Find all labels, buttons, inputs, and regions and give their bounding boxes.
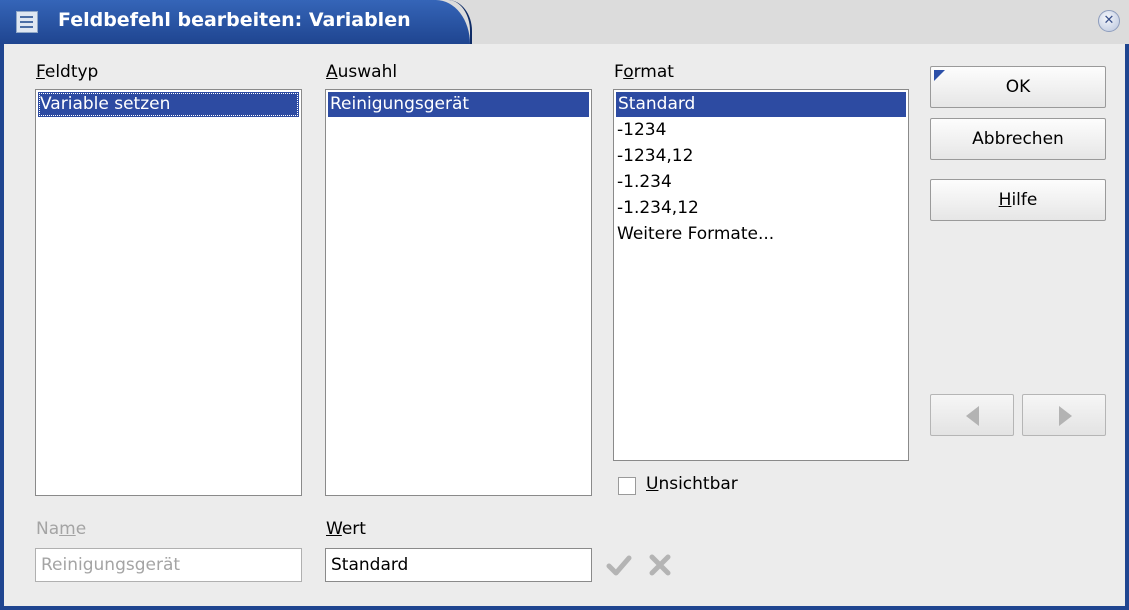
window-frame-bottom bbox=[0, 606, 1129, 610]
help-button[interactable]: Hilfe bbox=[930, 179, 1106, 221]
previous-button[interactable] bbox=[930, 394, 1014, 436]
list-item[interactable]: Reinigungsgerät bbox=[328, 92, 589, 117]
format-label: Format bbox=[614, 62, 674, 82]
cancel-button[interactable]: Abbrechen bbox=[930, 118, 1106, 160]
next-button[interactable] bbox=[1022, 394, 1106, 436]
list-item[interactable]: Standard bbox=[616, 92, 906, 117]
x-icon[interactable] bbox=[647, 552, 673, 578]
close-button[interactable]: ✕ bbox=[1098, 10, 1120, 32]
checkmark-icon[interactable] bbox=[606, 552, 632, 578]
list-item[interactable]: Variable setzen bbox=[38, 92, 299, 117]
auswahl-label: Auswahl bbox=[326, 62, 398, 82]
ok-button[interactable]: OK bbox=[930, 66, 1106, 108]
title-tab: Feldbefehl bearbeiten: Variablen bbox=[0, 0, 472, 44]
auswahl-list[interactable]: Reinigungsgerät bbox=[325, 89, 592, 496]
feldtyp-list[interactable]: Variable setzen bbox=[35, 89, 302, 496]
list-item[interactable]: -1234,12 bbox=[614, 143, 908, 169]
list-item[interactable]: -1234 bbox=[614, 117, 908, 143]
window-frame-right bbox=[1125, 44, 1129, 610]
list-item[interactable]: -1.234,12 bbox=[614, 195, 908, 221]
format-list[interactable]: Standard -1234 -1234,12 -1.234 -1.234,12… bbox=[613, 89, 909, 461]
window-title: Feldbefehl bearbeiten: Variablen bbox=[58, 9, 411, 31]
wert-label: Wert bbox=[326, 519, 366, 539]
name-label: Name bbox=[36, 519, 87, 539]
unsichtbar-checkbox[interactable] bbox=[618, 477, 636, 495]
unsichtbar-label[interactable]: Unsichtbar bbox=[646, 474, 738, 494]
arrow-left-icon bbox=[966, 406, 979, 426]
window-menu-icon[interactable] bbox=[16, 11, 38, 33]
window-frame-left bbox=[0, 44, 4, 610]
list-item[interactable]: Weitere Formate... bbox=[614, 221, 908, 247]
name-field[interactable]: Reinigungsgerät bbox=[35, 548, 302, 582]
list-item[interactable]: -1.234 bbox=[614, 169, 908, 195]
title-bar: Feldbefehl bearbeiten: Variablen ✕ bbox=[0, 0, 1129, 44]
wert-field[interactable]: Standard bbox=[325, 548, 592, 582]
arrow-right-icon bbox=[1059, 406, 1072, 426]
feldtyp-label: Feldtyp bbox=[36, 62, 99, 82]
